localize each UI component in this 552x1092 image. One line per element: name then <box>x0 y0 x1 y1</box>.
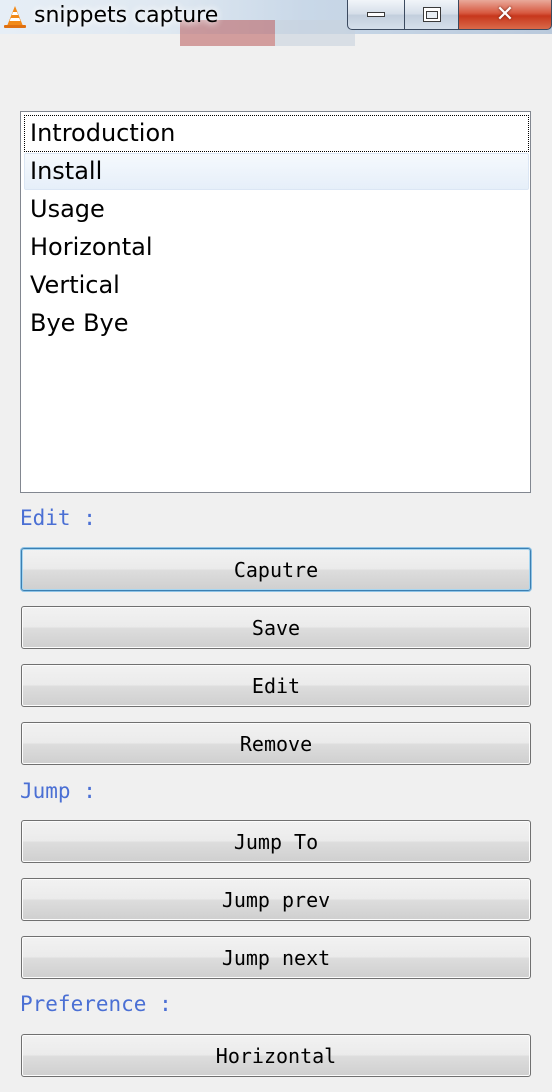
jump-next-button[interactable]: Jump next <box>21 936 531 979</box>
edit-button[interactable]: Edit <box>21 664 531 707</box>
list-item[interactable]: Vertical <box>24 267 529 304</box>
maximize-button[interactable] <box>404 0 459 30</box>
remove-button[interactable]: Remove <box>21 722 531 765</box>
traffic-cone-icon <box>4 6 26 28</box>
jump-section-label: Jump : <box>20 779 96 803</box>
jump-to-button[interactable]: Jump To <box>21 820 531 863</box>
list-item[interactable]: Install <box>24 153 529 190</box>
capture-button[interactable]: Caputre <box>21 548 531 591</box>
title-bar[interactable]: snippets capture ✕ <box>0 0 552 46</box>
close-icon: ✕ <box>495 1 515 27</box>
list-item[interactable]: Horizontal <box>24 229 529 266</box>
close-button[interactable]: ✕ <box>458 0 552 30</box>
jump-prev-button[interactable]: Jump prev <box>21 878 531 921</box>
minimize-icon <box>367 12 385 17</box>
background-blur <box>275 20 355 46</box>
save-button[interactable]: Save <box>21 606 531 649</box>
horizontal-button[interactable]: Horizontal <box>21 1034 531 1077</box>
edit-section-label: Edit : <box>20 506 96 530</box>
preference-section-label: Preference : <box>20 992 172 1016</box>
list-item[interactable]: Introduction <box>24 115 529 152</box>
minimize-button[interactable] <box>347 0 405 30</box>
window-title: snippets capture <box>34 3 219 28</box>
snippet-list[interactable]: Introduction Install Usage Horizontal Ve… <box>20 111 531 493</box>
list-item[interactable]: Bye Bye <box>24 305 529 342</box>
maximize-icon <box>422 7 441 22</box>
list-item[interactable]: Usage <box>24 191 529 228</box>
